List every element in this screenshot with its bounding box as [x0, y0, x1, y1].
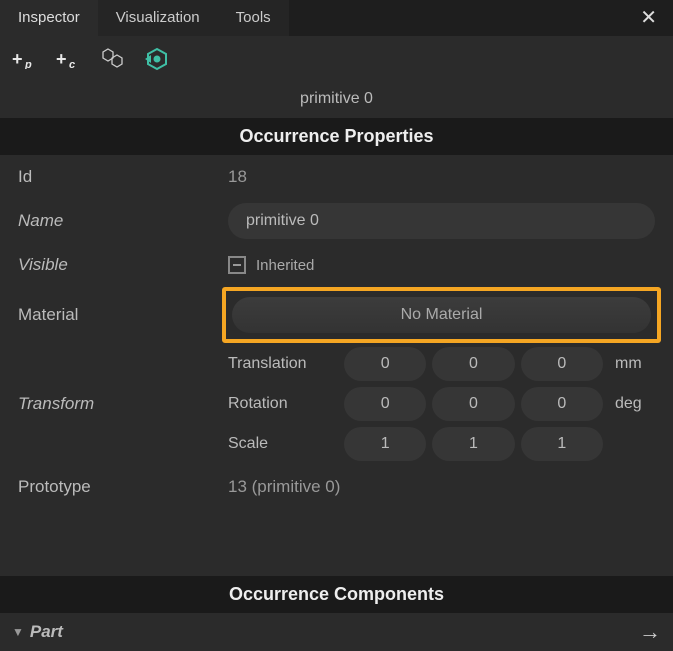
inspector-panel: Inspector Visualization Tools ✕ + p + c — [0, 0, 673, 651]
scale-label: Scale — [228, 435, 338, 453]
scale-x[interactable]: 1 — [344, 427, 426, 461]
name-label: Name — [18, 211, 228, 231]
hex-button[interactable] — [100, 46, 126, 72]
row-prototype: Prototype 13 (primitive 0) — [0, 465, 673, 509]
row-visible: Visible Inherited — [0, 243, 673, 287]
object-name: primitive 0 — [0, 82, 673, 118]
visible-state-text: Inherited — [256, 257, 314, 274]
rotation-row: Rotation 0 0 0 deg — [228, 387, 655, 421]
hex-cluster-icon — [100, 48, 126, 70]
select-target-button[interactable] — [144, 46, 170, 72]
rotation-x[interactable]: 0 — [344, 387, 426, 421]
spacer — [0, 509, 673, 576]
scale-z[interactable]: 1 — [521, 427, 603, 461]
add-child-button[interactable]: + c — [56, 46, 82, 72]
translation-z[interactable]: 0 — [521, 347, 603, 381]
row-transform: Transform Translation 0 0 0 mm Rotation … — [0, 343, 673, 465]
close-icon: ✕ — [640, 7, 657, 29]
occurrence-properties-header: Occurrence Properties — [0, 118, 673, 155]
add-parent-button[interactable]: + p — [12, 46, 38, 72]
row-name: Name primitive 0 — [0, 199, 673, 243]
id-value: 18 — [228, 167, 655, 187]
part-row[interactable]: ▼ Part → — [0, 613, 673, 651]
close-button[interactable]: ✕ — [634, 0, 663, 36]
arrow-right-icon[interactable]: → — [639, 619, 661, 645]
row-id: Id 18 — [0, 155, 673, 199]
svg-text:+: + — [56, 49, 67, 69]
tab-inspector[interactable]: Inspector — [0, 0, 98, 36]
tab-visualization[interactable]: Visualization — [98, 0, 218, 36]
prototype-label: Prototype — [18, 477, 228, 497]
svg-text:c: c — [69, 59, 75, 69]
visible-label: Visible — [18, 255, 228, 275]
transform-label: Transform — [18, 347, 228, 461]
tab-tools[interactable]: Tools — [218, 0, 289, 36]
part-label: Part — [30, 622, 63, 642]
occurrence-components-header: Occurrence Components — [0, 576, 673, 613]
plus-p-icon: + p — [12, 49, 38, 69]
name-input[interactable]: primitive 0 — [228, 203, 655, 239]
svg-text:+: + — [12, 49, 23, 69]
rotation-unit: deg — [609, 395, 655, 413]
row-material: Material No Material — [0, 287, 673, 343]
id-label: Id — [18, 167, 228, 187]
material-highlight: No Material — [222, 287, 661, 343]
rotation-z[interactable]: 0 — [521, 387, 603, 421]
transform-rows: Translation 0 0 0 mm Rotation 0 0 0 deg … — [228, 347, 655, 461]
rotation-label: Rotation — [228, 395, 338, 413]
translation-row: Translation 0 0 0 mm — [228, 347, 655, 381]
prototype-value: 13 (primitive 0) — [228, 477, 655, 497]
scale-y[interactable]: 1 — [432, 427, 514, 461]
translation-y[interactable]: 0 — [432, 347, 514, 381]
material-label: Material — [18, 305, 228, 325]
translation-label: Translation — [228, 355, 338, 373]
translation-unit: mm — [609, 355, 655, 373]
scale-row: Scale 1 1 1 — [228, 427, 655, 461]
rotation-y[interactable]: 0 — [432, 387, 514, 421]
plus-c-icon: + c — [56, 49, 82, 69]
hex-target-icon — [145, 47, 169, 71]
svg-text:p: p — [24, 59, 32, 69]
translation-x[interactable]: 0 — [344, 347, 426, 381]
visible-value-group: Inherited — [228, 256, 314, 274]
visible-checkbox[interactable] — [228, 256, 246, 274]
tab-bar: Inspector Visualization Tools ✕ — [0, 0, 673, 36]
expand-triangle-icon: ▼ — [12, 625, 24, 639]
material-button[interactable]: No Material — [232, 297, 651, 333]
toolbar: + p + c — [0, 36, 673, 82]
properties-block: Id 18 Name primitive 0 Visible Inherited… — [0, 155, 673, 509]
